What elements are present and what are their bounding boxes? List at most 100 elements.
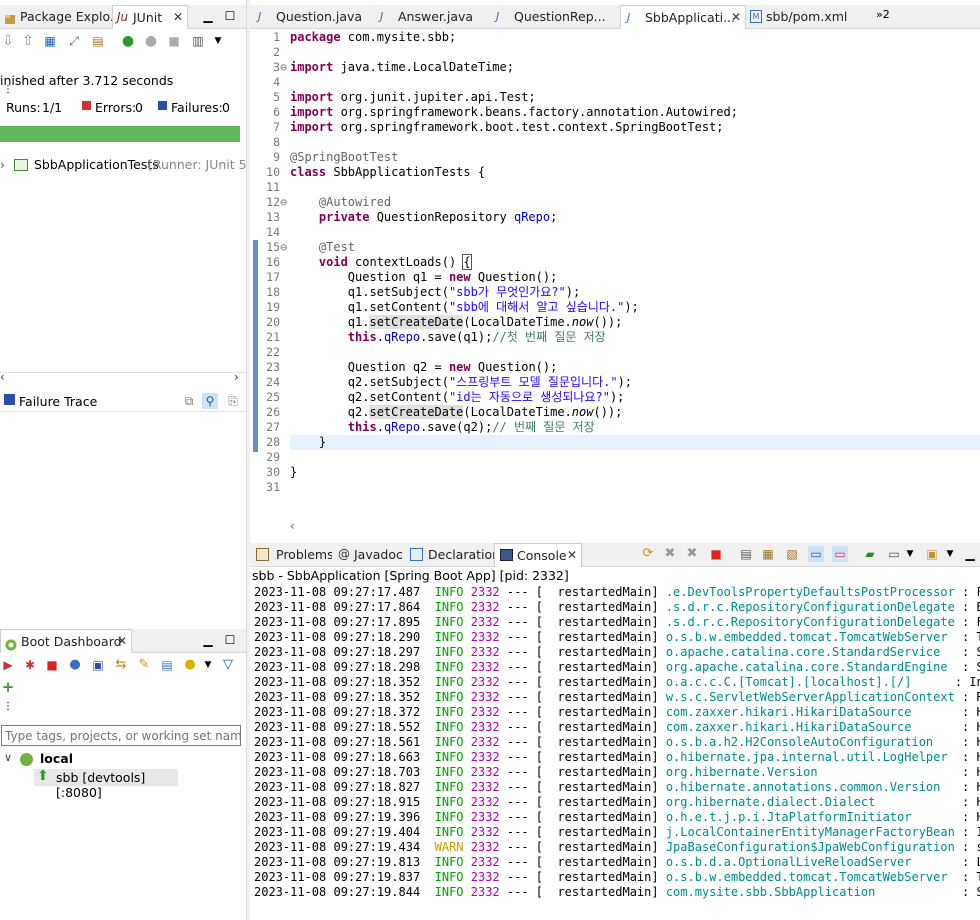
chevron-down-icon[interactable]: ∨ — [4, 751, 12, 764]
previous-failure-icon[interactable]: ⇧ — [20, 33, 36, 49]
tab-boot-dashboard[interactable]: Boot Dashboard ✕ — [0, 629, 132, 653]
code-line[interactable]: 17 Question q1 = new Question(); — [250, 270, 980, 285]
code-line[interactable]: 11 — [250, 180, 980, 195]
minimize-icon[interactable]: ▁ — [200, 632, 216, 648]
code-line[interactable]: 3⊖ import java.time.LocalDateTime; — [250, 60, 980, 75]
local-target[interactable]: ∨ local — [0, 751, 246, 767]
code-line[interactable]: 22 — [250, 345, 980, 360]
code-line[interactable]: 7 import org.springframework.boot.test.co… — [250, 120, 980, 135]
tab-question-repository[interactable]: J QuestionRep... — [488, 5, 620, 29]
code-line[interactable]: 6 import org.springframework.beans.factor… — [250, 105, 980, 120]
code-line[interactable]: 21 this.qRepo.save(q1);//첫 번째 질문 저장 — [250, 330, 980, 345]
scroll-right-icon[interactable]: › — [234, 370, 239, 384]
code-line[interactable]: 19 q1.setContent("sbb에 대해서 알고 싶습니다."); — [250, 300, 980, 315]
code-line[interactable]: 16 void contextLoads() { — [250, 254, 980, 270]
tab-package-explorer[interactable]: Package Explo... — [0, 5, 112, 29]
remove-launch-icon[interactable]: ✖ — [662, 546, 678, 562]
chevron-right-icon[interactable]: › — [0, 157, 5, 172]
scroll-lock-icon[interactable]: ⤢ — [66, 33, 82, 49]
app-item[interactable]: ⬆ sbb [devtools] [:8080] — [34, 768, 178, 800]
code-line[interactable]: 10 class SbbApplicationTests { — [250, 165, 980, 180]
scroll-left-icon[interactable]: ‹ — [0, 370, 5, 384]
chevron-down-icon[interactable]: ▼ — [210, 33, 226, 49]
restart-debug-icon[interactable]: ✱ — [22, 657, 38, 673]
stop-icon[interactable]: ■ — [44, 657, 60, 673]
close-icon[interactable]: ✕ — [567, 544, 577, 567]
rerun-failed-icon[interactable]: ● — [143, 33, 159, 49]
code-line[interactable]: 23 Question q2 = new Question(); — [250, 360, 980, 375]
edit-icon[interactable]: ✎ — [136, 657, 152, 673]
show-failures-only-icon[interactable]: ▦ — [42, 33, 58, 49]
filter-stack-icon[interactable]: ⚲ — [202, 393, 218, 409]
minimize-icon[interactable]: ▁ — [962, 546, 978, 562]
open-browser-icon[interactable]: ● — [67, 657, 83, 673]
code-line[interactable]: 26 q2.setCreateDate(LocalDateTime.now())… — [250, 405, 980, 420]
tab-declaration[interactable]: Declaration — [404, 543, 494, 567]
open-console-icon[interactable]: ▣ — [90, 657, 106, 673]
code-line[interactable]: 27 this.qRepo.save(q2);// 번째 질문 저장 — [250, 420, 980, 435]
copy-trace-icon[interactable]: ⎘ — [225, 393, 241, 409]
code-editor[interactable]: 1 package com.mysite.sbb; 2 3⊖ import java.t… — [250, 29, 980, 537]
maximize-icon[interactable]: ☐ — [222, 8, 238, 24]
code-line[interactable]: 8 — [250, 135, 980, 150]
scroll-left-icon[interactable]: ‹ — [290, 519, 295, 533]
chevron-down-icon[interactable]: ▼ — [942, 546, 958, 562]
chevron-down-icon[interactable]: ▼ — [200, 657, 216, 673]
properties-icon[interactable]: ▤ — [159, 657, 175, 673]
tips-icon[interactable]: ● — [182, 657, 198, 673]
code-line[interactable]: 18 q1.setSubject("sbb가 무엇인가요?"); — [250, 285, 980, 300]
tab-pom-xml[interactable]: M sbb/pom.xml — [746, 5, 866, 29]
tab-junit[interactable]: Ju JUnit ✕ — [112, 5, 188, 29]
next-failure-icon[interactable]: ⇩ — [0, 33, 16, 49]
test-tree-hscroll[interactable]: ‹ › — [0, 370, 246, 384]
boot-dashboard-filter-input[interactable] — [1, 725, 241, 746]
filter-icon[interactable]: ▽ — [220, 657, 236, 673]
show-on-stderr-icon[interactable]: ▭ — [832, 546, 848, 562]
restart-icon[interactable]: ▶ — [0, 657, 16, 673]
clear-console-icon[interactable]: ▤ — [738, 546, 754, 562]
more-tabs-indicator[interactable]: »2 — [876, 8, 890, 21]
stop-icon[interactable]: ■ — [166, 33, 182, 49]
tab-problems[interactable]: Problems — [250, 543, 332, 567]
open-console-icon[interactable]: ▣ — [924, 546, 940, 562]
remove-all-icon[interactable]: ✖ — [684, 546, 700, 562]
add-icon[interactable]: + — [0, 679, 16, 695]
terminate-icon[interactable]: ■ — [708, 546, 724, 562]
code-line[interactable]: 13 private QuestionRepository qRepo; — [250, 210, 980, 225]
close-icon[interactable]: ✕ — [731, 6, 741, 29]
code-line[interactable]: 29 — [250, 450, 980, 465]
code-line[interactable]: 25 q2.setContent("id는 자동으로 생성되나요?"); — [250, 390, 980, 405]
tab-question-java[interactable]: J Question.java — [250, 5, 372, 29]
rerun-test-icon[interactable]: ● — [120, 33, 136, 49]
scroll-lock-icon[interactable]: ▦ — [760, 546, 776, 562]
code-line[interactable]: 24 q2.setSubject("스프링부트 모델 질문입니다."); — [250, 375, 980, 390]
tab-console[interactable]: Console ✕ — [494, 543, 582, 567]
tab-sbb-application-tests[interactable]: J SbbApplicati... ✕ — [620, 5, 746, 29]
code-line[interactable]: 20 q1.setCreateDate(LocalDateTime.now())… — [250, 315, 980, 330]
display-console-icon[interactable]: ▭ — [886, 546, 902, 562]
show-on-stdout-icon[interactable]: ▭ — [808, 546, 824, 562]
code-line[interactable]: 4 — [250, 75, 980, 90]
close-icon[interactable]: ✕ — [173, 6, 183, 29]
chevron-down-icon[interactable]: ▼ — [902, 546, 918, 562]
code-line[interactable]: 31 — [250, 480, 980, 495]
editor-hscroll[interactable]: ‹ — [290, 519, 980, 535]
code-line[interactable]: 1 package com.mysite.sbb; — [250, 30, 980, 45]
maximize-icon[interactable]: ☐ — [222, 632, 238, 648]
code-line[interactable]: 5 import org.junit.jupiter.api.Test; — [250, 90, 980, 105]
console-output[interactable]: 2023-11-08 09:27:17.487 INFO 2332 --- [ … — [250, 584, 980, 920]
code-line[interactable]: 2 — [250, 45, 980, 60]
tab-answer-java[interactable]: J Answer.java — [372, 5, 488, 29]
relaunch-icon[interactable]: ⟳ — [640, 546, 656, 562]
tab-javadoc[interactable]: @ Javadoc — [332, 543, 404, 567]
code-line[interactable]: 9 @SpringBootTest — [250, 150, 980, 165]
code-line[interactable]: 28 } — [250, 435, 980, 450]
code-line[interactable]: 30} — [250, 465, 980, 480]
compare-result-icon[interactable]: ⧉ — [181, 393, 197, 409]
code-line[interactable]: 12⊖ @Autowired — [250, 195, 980, 210]
pin-console-icon[interactable]: ▰ — [862, 546, 878, 562]
close-icon[interactable]: ✕ — [117, 630, 127, 653]
view-menu-icon[interactable]: ⋮ — [0, 699, 16, 715]
code-line[interactable]: 15⊖ @Test — [250, 240, 980, 255]
minimize-icon[interactable]: ▁ — [200, 8, 216, 24]
